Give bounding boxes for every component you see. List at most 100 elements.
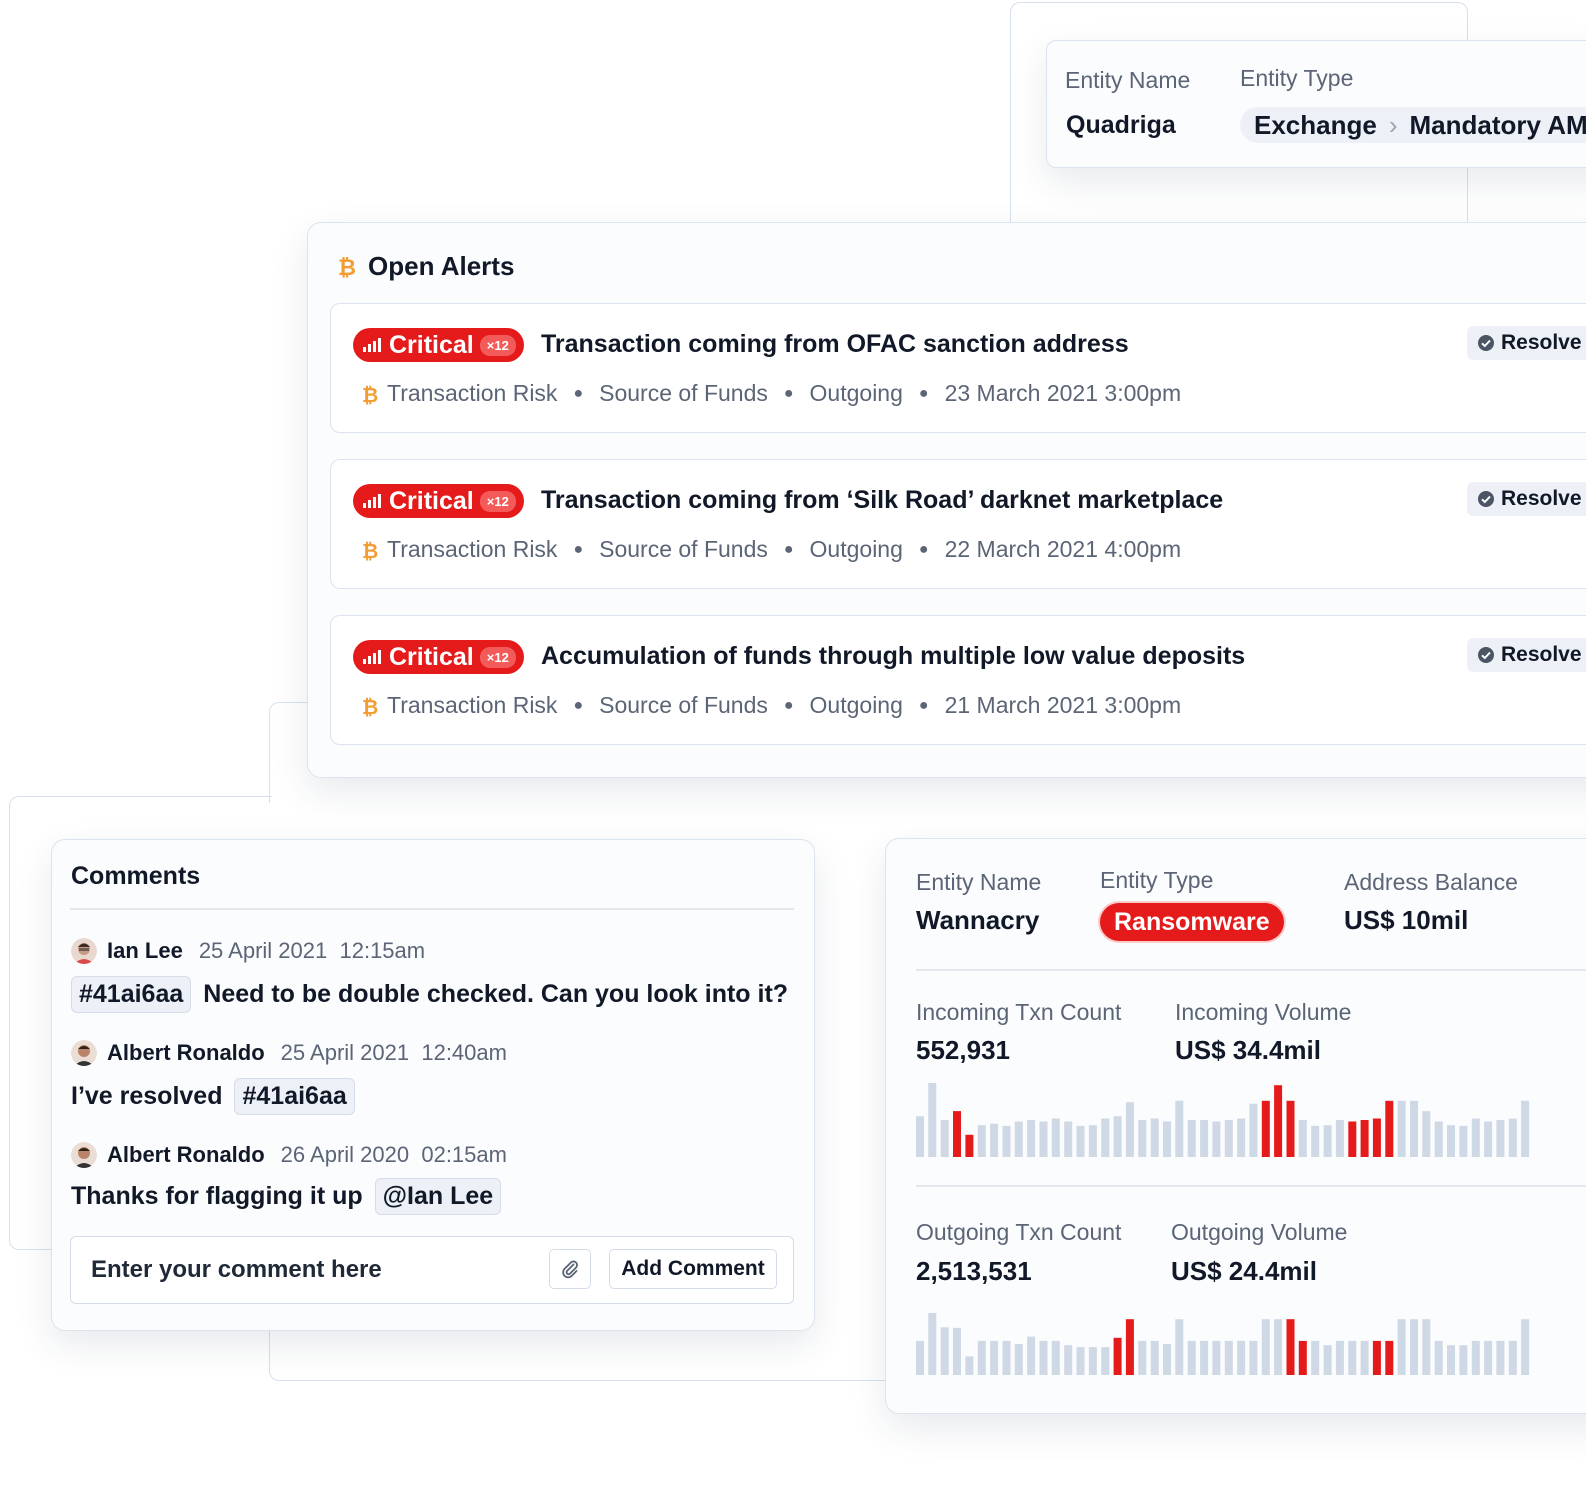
address-balance-label: Address Balance [1344, 869, 1518, 895]
comment-tag[interactable]: #41ai6aa [71, 976, 192, 1013]
flagged-bar [953, 1111, 961, 1157]
bar [1298, 1120, 1307, 1157]
outgoing-volume-value: US$ 24.4mil [1171, 1256, 1317, 1286]
avatar [71, 938, 97, 964]
comment-input[interactable] [89, 1251, 533, 1289]
comments-divider [70, 908, 794, 910]
entity-type-badge: Ransomware [1100, 903, 1284, 941]
resolve-label: Resolve [1501, 331, 1582, 354]
bar [1360, 1340, 1369, 1375]
alert-row[interactable]: Critical ×12 Transaction coming from ‘Silk… [330, 459, 1586, 589]
resolve-button[interactable]: Resolve [1467, 638, 1586, 672]
bar [1323, 1345, 1332, 1375]
comment-tag[interactable]: #41ai6aa [234, 1078, 355, 1115]
flagged-bar [965, 1134, 974, 1157]
bar [1039, 1340, 1048, 1375]
bar [965, 1356, 974, 1375]
alert-direction: Outgoing [809, 380, 903, 406]
bar [1521, 1319, 1530, 1375]
bar [1088, 1347, 1097, 1375]
paperclip-icon [560, 1259, 580, 1279]
comment-date-day: 25 April 2021 [198, 938, 328, 963]
detail-divider [916, 969, 1586, 971]
alert-title: Transaction coming from ‘Silk Road’ dark… [541, 486, 1224, 514]
bar [1521, 1100, 1530, 1157]
bar [1113, 1116, 1122, 1157]
signal-bars-icon [363, 650, 383, 664]
alert-row[interactable]: Critical ×12 Transaction coming from OFAC … [330, 303, 1586, 433]
signal-bars-icon [363, 494, 383, 508]
flagged-bar [1113, 1337, 1122, 1375]
flagged-bar [1385, 1100, 1394, 1157]
bar [1422, 1319, 1431, 1375]
bar [953, 1327, 961, 1375]
comment-text: Need to be double checked. Can you look … [203, 980, 789, 1008]
flagged-bar [1274, 1085, 1283, 1157]
open-alerts-header: ₿ Open Alerts [336, 251, 514, 282]
resolve-label: Resolve [1501, 487, 1582, 510]
bar [1051, 1340, 1060, 1375]
alert-direction: Outgoing [809, 692, 903, 718]
flagged-bar [1261, 1100, 1270, 1157]
outgoing-count-label: Outgoing Txn Count [916, 1219, 1122, 1245]
bar [1335, 1120, 1344, 1157]
severity-label: Critical [389, 642, 474, 671]
bar [1150, 1118, 1159, 1157]
bar [1014, 1344, 1023, 1375]
bar [1459, 1125, 1468, 1157]
attach-button[interactable] [549, 1249, 591, 1289]
severity-label: Critical [389, 486, 474, 515]
comment-date-time: 02:15am [421, 1142, 507, 1167]
flagged-bar [1372, 1118, 1381, 1157]
bar [1175, 1100, 1184, 1157]
bar [1150, 1340, 1159, 1375]
svg-text:₿: ₿ [338, 256, 356, 280]
flagged-bar [1360, 1120, 1369, 1157]
bar [1249, 1103, 1258, 1157]
signal-bars-icon [363, 338, 383, 352]
comment-text: Thanks for flagging it up [71, 1182, 363, 1210]
resolve-button[interactable]: Resolve [1467, 482, 1586, 516]
comment-date-day: 25 April 2021 [280, 1040, 410, 1065]
entity-type-breadcrumb: Exchange › Mandatory AML [1240, 107, 1586, 143]
alert-category: Transaction Risk [387, 536, 558, 562]
bar [1163, 1121, 1171, 1157]
bullet-separator: ● [918, 696, 929, 714]
bar [1200, 1120, 1209, 1157]
flagged-bar [1286, 1100, 1295, 1157]
bitcoin-icon: ₿ [361, 382, 379, 406]
bar [1187, 1120, 1196, 1157]
bullet-separator: ● [918, 540, 929, 558]
bar [1051, 1118, 1060, 1157]
bar [940, 1327, 949, 1375]
bar [1014, 1121, 1023, 1157]
alert-category: Transaction Risk [387, 692, 558, 718]
resolve-button[interactable]: Resolve [1467, 326, 1586, 360]
alert-meta: ₿ Transaction Risk ● Source of Funds ● Outgoi… [361, 692, 1181, 719]
bar [1138, 1340, 1147, 1375]
severity-label: Critical [389, 330, 474, 359]
entity-name-value: Wannacry [916, 905, 1040, 935]
severity-count: ×12 [479, 334, 516, 356]
bar [1434, 1340, 1443, 1375]
bar [1274, 1319, 1283, 1375]
bar [1039, 1121, 1048, 1157]
alert-meta: ₿ Transaction Risk ● Source of Funds ● Outgoi… [361, 536, 1181, 563]
bar [1064, 1345, 1073, 1375]
avatar [71, 1040, 97, 1066]
bar [1471, 1340, 1480, 1375]
alert-source: Source of Funds [599, 380, 768, 406]
comment-body: Thanks for flagging it up @Ian Lee [71, 1178, 502, 1215]
bar [1187, 1340, 1196, 1375]
comment-date: 25 April 2021 12:40am [281, 1040, 507, 1066]
comment-mention[interactable]: @Ian Lee [374, 1178, 502, 1215]
bar [1002, 1340, 1011, 1375]
add-comment-button[interactable]: Add Comment [609, 1249, 777, 1289]
alert-row[interactable]: Critical ×12 Accumulation of funds through… [330, 615, 1586, 745]
incoming-count-value: 552,931 [916, 1035, 1010, 1065]
entity-name-label: Entity Name [916, 869, 1042, 895]
svg-text:₿: ₿ [362, 695, 378, 718]
bar [1447, 1125, 1455, 1157]
bar [1101, 1118, 1110, 1157]
open-alerts-card: ₿ Open Alerts Critical ×12 Transaction com… [307, 222, 1586, 778]
